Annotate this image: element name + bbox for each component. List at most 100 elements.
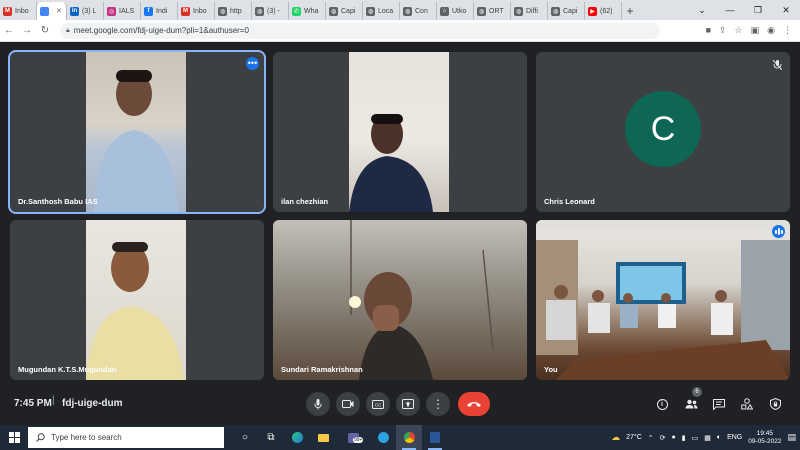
start-button[interactable] [0,425,28,450]
address-bar[interactable]: 🔒︎ meet.google.com/fdj-uige-dum?pli=1&au… [60,22,660,39]
chat-button[interactable] [710,395,728,413]
globe-icon: ◍ [403,6,412,16]
refresh-tray-icon[interactable]: ⟳ [660,434,666,442]
share-icon[interactable]: ⇪ [719,25,727,36]
participant-tile[interactable]: Sundari Ramakrishnan [273,220,527,380]
browser-tab[interactable]: ◍ Capi [548,2,585,20]
browser-tab[interactable]: in (3) L [67,2,104,20]
browser-tab[interactable]: ◍ Con [400,2,437,20]
people-button[interactable] [682,395,700,413]
microphone-tray-icon[interactable]: ▮ [682,434,686,442]
globe-icon: ◍ [255,6,264,16]
participant-tile[interactable]: C Chris Leonard [536,52,790,212]
participant-name: You [544,365,558,374]
camera-button[interactable] [336,392,360,416]
globe-icon: ◍ [329,6,338,16]
participant-video [86,220,186,380]
browser-tab-label: (62) [600,7,613,15]
close-tab-icon[interactable]: ✕ [56,7,62,15]
home-icon: ⌂ [440,6,449,16]
participant-name: Mugundan K.T.S.Mugundan [18,365,117,374]
browser-tab[interactable]: ✕ [37,2,67,20]
participant-video [349,52,449,212]
side-panel-icon[interactable]: ▣ [751,25,760,36]
captions-button[interactable]: CC [366,392,390,416]
edge-icon[interactable] [284,425,310,450]
forward-button[interactable]: → [18,25,36,36]
app-tray-icon[interactable]: ● [672,434,676,441]
present-screen-button[interactable] [396,392,420,416]
back-button[interactable]: ← [0,25,18,36]
gmail-icon: M [3,6,12,16]
browser-tab[interactable]: ◎ IALS [104,2,141,20]
globe-icon: ◍ [551,6,560,16]
weather-temp[interactable]: 27°C [626,434,642,441]
leave-call-button[interactable] [458,392,490,416]
profile-avatar[interactable]: ◉ [767,25,775,36]
minimize-button[interactable]: — [716,5,744,15]
language-indicator[interactable]: ENG [727,434,742,441]
browser-tab-label: Loca [378,7,394,15]
more-options-button[interactable]: ⋮ [426,392,450,416]
browser-tab[interactable]: M Inbo [0,2,37,20]
word-icon[interactable] [422,425,448,450]
participant-video [273,220,527,380]
browser-tab[interactable]: ✆ Wha [289,2,326,20]
host-controls-button[interactable] [766,395,784,413]
chat-icon [713,398,725,410]
browser-menu-icon[interactable]: ⋮ [783,25,792,36]
browser-tab[interactable]: f Indi [141,2,178,20]
facebook-icon: f [144,6,153,16]
network-icon[interactable]: ▦ [704,434,711,442]
meeting-details-button[interactable]: i [653,395,671,413]
taskbar-clock[interactable]: 19:45 09-05-2022 [748,430,781,446]
close-window-button[interactable]: ✕ [772,5,800,16]
participant-tile[interactable]: You [536,220,790,380]
window-controls: ⌄ — ❐ ✕ [688,0,800,20]
participant-tile[interactable]: ••• Dr.Santhosh Babu IAS [8,50,266,214]
teams-icon[interactable]: 99+ [336,425,370,450]
maximize-button[interactable]: ❐ [744,5,772,16]
telegram-icon[interactable] [370,425,396,450]
globe-icon: ◍ [366,6,375,16]
show-hidden-icons-icon[interactable]: ⌃ [648,434,654,442]
bookmark-star-icon[interactable]: ☆ [735,25,743,36]
weather-icon[interactable]: ☁ [611,432,620,443]
present-icon [402,399,414,409]
microphone-icon [314,398,322,409]
microphone-button[interactable] [306,392,330,416]
notifications-icon[interactable]: ▤ [787,432,796,443]
mic-off-icon [772,59,783,72]
whatsapp-icon: ✆ [292,6,301,16]
browser-tab[interactable]: ◍ Capi [326,2,363,20]
browser-tab[interactable]: ◍ Diffi [511,2,548,20]
participant-tile[interactable]: ilan chezhian [273,52,527,212]
shield-lock-icon [769,398,781,410]
svg-text:CC: CC [375,402,382,407]
browser-tab-label: Indi [156,7,168,15]
reload-button[interactable]: ↻ [36,25,54,36]
globe-icon: ◍ [218,6,227,16]
camera-indicator-icon[interactable]: ■ [706,25,711,36]
battery-icon[interactable]: ▭ [692,434,699,442]
chrome-taskbar-icon[interactable] [396,425,422,450]
tab-search-icon[interactable]: ⌄ [688,5,716,16]
browser-tab[interactable]: ⌂ Utko [437,2,474,20]
file-explorer-icon[interactable] [310,425,336,450]
browser-tab[interactable]: ◍ ORT [474,2,511,20]
participant-tile[interactable]: Mugundan K.T.S.Mugundan [10,220,264,380]
cortana-icon[interactable]: ○ [232,425,258,450]
browser-tab[interactable]: M Inbo [178,2,215,20]
browser-tab[interactable]: ◍ http [215,2,252,20]
browser-tab[interactable]: ◍ Loca [363,2,400,20]
meeting-control-bar: 7:45 PM | fdj-uige-dum CC ⋮ i 6 [0,383,800,425]
activities-button[interactable] [738,395,756,413]
taskbar-search-box[interactable]: Type here to search [28,427,224,448]
more-options-button[interactable]: ••• [246,57,259,70]
task-view-icon[interactable]: ⧉ [258,425,284,450]
volume-icon[interactable]: 🔈︎ [717,434,721,442]
gmail-icon: M [181,6,190,16]
browser-tab[interactable]: ◍ (3) - [252,2,289,20]
browser-tab[interactable]: ▶ (62) [585,2,622,20]
new-tab-button[interactable]: + [622,2,638,20]
